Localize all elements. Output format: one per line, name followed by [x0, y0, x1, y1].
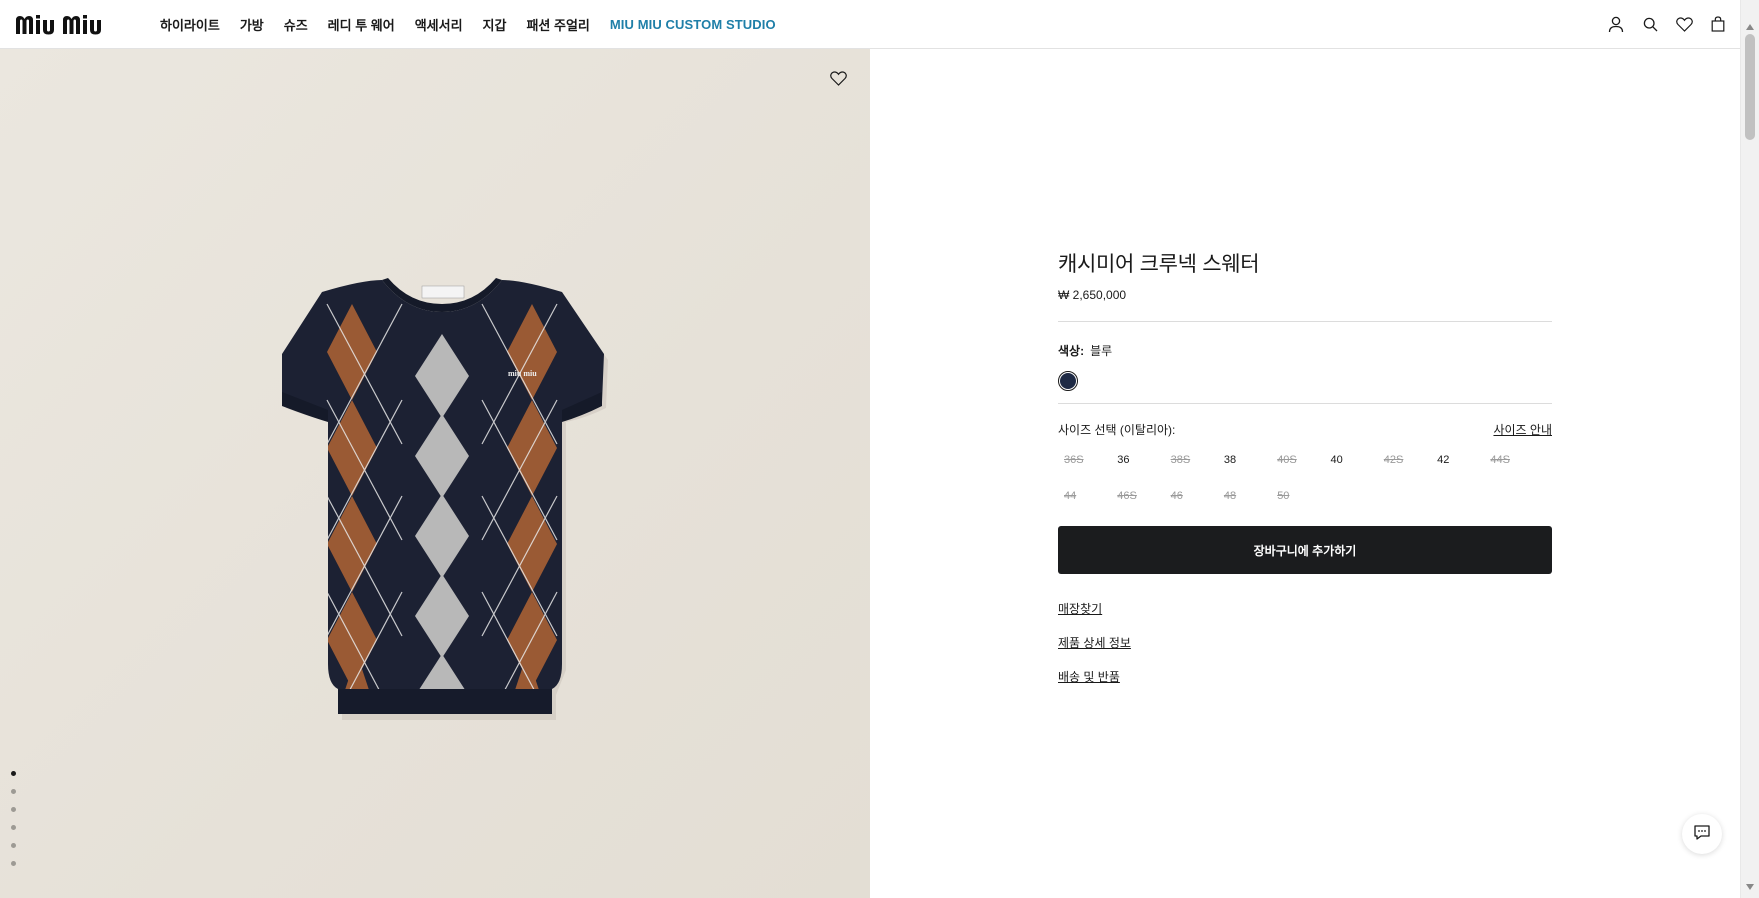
add-to-cart-button[interactable]: 장바구니에 추가하기 [1058, 526, 1552, 574]
gallery-dot[interactable] [11, 825, 16, 830]
color-label: 색상: [1058, 344, 1085, 358]
product-details-link[interactable]: 제품 상세 정보 [1058, 634, 1131, 651]
shipping-returns-link[interactable]: 배송 및 반품 [1058, 668, 1120, 685]
color-value: 블루 [1090, 344, 1113, 358]
size-option[interactable]: 48 [1218, 486, 1271, 506]
logo-wordmark [16, 15, 101, 35]
bag-icon[interactable] [1708, 14, 1728, 34]
store-locator-link[interactable]: 매장찾기 [1058, 600, 1102, 617]
search-icon[interactable] [1640, 14, 1660, 34]
nav-bags[interactable]: 가방 [240, 15, 264, 34]
size-option[interactable]: 42 [1431, 450, 1484, 470]
nav-ready-to-wear[interactable]: 레디 투 웨어 [328, 15, 395, 34]
chat-button[interactable] [1682, 814, 1722, 854]
heart-icon[interactable] [1674, 14, 1694, 34]
gallery-dot[interactable] [11, 807, 16, 812]
size-option[interactable]: 40S [1271, 450, 1324, 470]
size-guide-link[interactable]: 사이즈 안내 [1493, 421, 1552, 438]
size-option[interactable]: 36 [1111, 450, 1164, 470]
product-price: ₩ 2,650,000 [1058, 288, 1127, 302]
header-actions [1606, 14, 1728, 34]
product-links: 매장찾기 제품 상세 정보 배송 및 반품 [1058, 600, 1552, 685]
gallery-dot[interactable] [11, 861, 16, 866]
size-option[interactable]: 36S [1058, 450, 1111, 470]
size-option[interactable]: 46 [1165, 486, 1218, 506]
nav-custom-studio[interactable]: MIU MIU CUSTOM STUDIO [610, 17, 776, 32]
nav-wallets[interactable]: 지갑 [483, 15, 507, 34]
nav-accessories[interactable]: 액세서리 [415, 15, 463, 34]
nav-fashion-jewelry[interactable]: 패션 주얼리 [526, 15, 589, 34]
size-grid: 36S 36 38S 38 40S 40 42S 42 44S 44 46S 46 48 50 [1058, 450, 1552, 506]
wishlist-heart-icon[interactable] [830, 71, 850, 91]
miu-miu-logo[interactable] [15, 12, 139, 36]
nav-highlights[interactable]: 하이라이트 [160, 15, 220, 34]
size-option[interactable]: 42S [1378, 450, 1431, 470]
size-option[interactable]: 44 [1058, 486, 1111, 506]
size-option[interactable]: 44S [1484, 450, 1537, 470]
size-option[interactable]: 40 [1324, 450, 1377, 470]
user-icon[interactable] [1606, 14, 1626, 34]
gallery-dot[interactable] [11, 843, 16, 848]
gallery-dot[interactable] [11, 789, 16, 794]
size-option[interactable]: 38 [1218, 450, 1271, 470]
scrollbar-thumb[interactable] [1745, 34, 1755, 140]
gallery-dot[interactable] [11, 771, 16, 776]
svg-text:miu miu: miu miu [508, 369, 537, 378]
size-option[interactable]: 46S [1111, 486, 1164, 506]
product-title: 캐시미어 크루넥 스웨터 [1058, 253, 1260, 276]
nav-shoes[interactable]: 슈즈 [284, 15, 308, 34]
size-header: 사이즈 선택 (이탈리아): 사이즈 안내 [1058, 421, 1552, 438]
sweater-image: miu miu [282, 278, 608, 720]
swatch-fill [1060, 373, 1076, 389]
size-option[interactable]: 50 [1271, 486, 1324, 506]
color-row: 색상: 블루 [1058, 342, 1552, 359]
product-gallery[interactable]: miu miu [0, 49, 870, 898]
chat-bubble-icon [1693, 823, 1711, 846]
gallery-pagination [11, 771, 16, 866]
divider [1058, 321, 1552, 322]
page-scrollbar[interactable] [1740, 0, 1759, 898]
site-header: 하이라이트 가방 슈즈 레디 투 웨어 액세서리 지갑 패션 주얼리 MIU M… [0, 0, 1740, 49]
scroll-down-arrow-icon[interactable] [1746, 884, 1754, 890]
scroll-up-arrow-icon[interactable] [1746, 24, 1754, 30]
size-option[interactable]: 38S [1165, 450, 1218, 470]
divider [1058, 403, 1552, 404]
main-nav: 하이라이트 가방 슈즈 레디 투 웨어 액세서리 지갑 패션 주얼리 MIU M… [160, 0, 796, 48]
product-details: 캐시미어 크루넥 스웨터 ₩ 2,650,000 색상: 블루 사이즈 선택 (… [1058, 248, 1552, 685]
size-select-label: 사이즈 선택 (이탈리아): [1058, 423, 1176, 437]
color-swatch-blue[interactable] [1058, 371, 1078, 391]
